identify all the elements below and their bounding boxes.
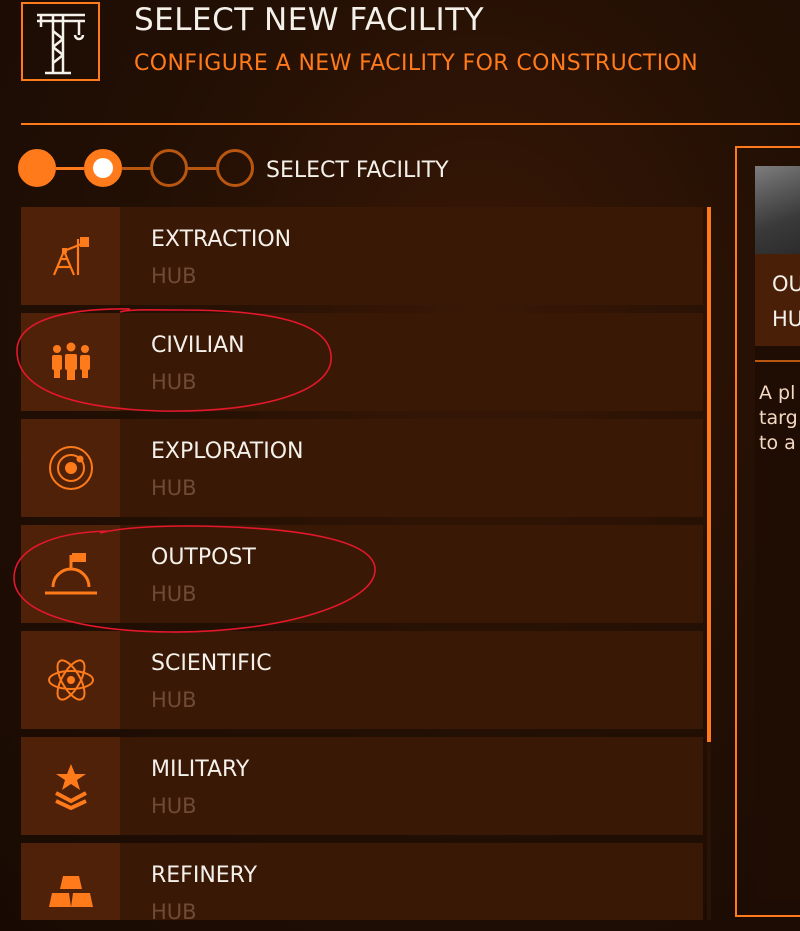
orbit-icon [21, 419, 120, 517]
facility-name: SCIENTIFIC [151, 651, 272, 676]
facility-type: HUB [151, 688, 197, 712]
facility-row-scientific[interactable]: SCIENTIFIC HUB [21, 631, 703, 729]
facility-name: EXTRACTION [151, 227, 292, 252]
step-indicator [18, 145, 258, 197]
facility-name: EXPLORATION [151, 439, 304, 464]
step-link [122, 167, 150, 170]
facility-row-military[interactable]: MILITARY HUB [21, 737, 703, 835]
step-link [188, 167, 216, 170]
detail-subtitle: HU [772, 307, 800, 331]
facility-row-extraction[interactable]: EXTRACTION HUB [21, 207, 703, 305]
facility-type: HUB [151, 582, 197, 606]
facility-type: HUB [151, 370, 197, 394]
facility-type: HUB [151, 476, 197, 500]
page-subtitle: CONFIGURE A NEW FACILITY FOR CONSTRUCTIO… [134, 51, 699, 76]
facility-type: HUB [151, 900, 197, 920]
step-1-done [18, 149, 56, 187]
step-3-pending [150, 149, 188, 187]
oil-pump-icon [21, 207, 120, 305]
facility-list[interactable]: EXTRACTION HUB CIVILIAN HUB EXPLORATION … [21, 207, 703, 920]
step-label: SELECT FACILITY [266, 158, 449, 183]
facility-row-exploration[interactable]: EXPLORATION HUB [21, 419, 703, 517]
atom-icon [21, 631, 120, 729]
facility-row-civilian[interactable]: CIVILIAN HUB [21, 313, 703, 411]
facility-type: HUB [151, 264, 197, 288]
detail-description: A pl targ to a [759, 382, 798, 454]
construction-crane-icon [21, 2, 100, 81]
facility-row-outpost[interactable]: OUTPOST HUB [21, 525, 703, 623]
star-chevron-icon [21, 737, 120, 835]
facility-name: OUTPOST [151, 545, 256, 570]
facility-name: CIVILIAN [151, 333, 245, 358]
header-divider [21, 123, 800, 125]
detail-title: OU [772, 272, 800, 296]
detail-title-box [755, 254, 800, 346]
facility-name: REFINERY [151, 863, 258, 888]
facility-type: HUB [151, 794, 197, 818]
facility-preview-image [755, 166, 800, 254]
page-title: SELECT NEW FACILITY [134, 2, 485, 38]
facility-name: MILITARY [151, 757, 250, 782]
step-link [56, 167, 84, 170]
people-icon [21, 313, 120, 411]
step-4-pending [216, 149, 254, 187]
facility-row-refinery[interactable]: REFINERY HUB [21, 843, 703, 920]
list-scrollbar[interactable] [707, 207, 711, 742]
detail-divider [755, 360, 800, 362]
ingots-icon [21, 843, 120, 920]
step-2-current [84, 149, 122, 187]
flag-dome-icon [21, 525, 120, 623]
